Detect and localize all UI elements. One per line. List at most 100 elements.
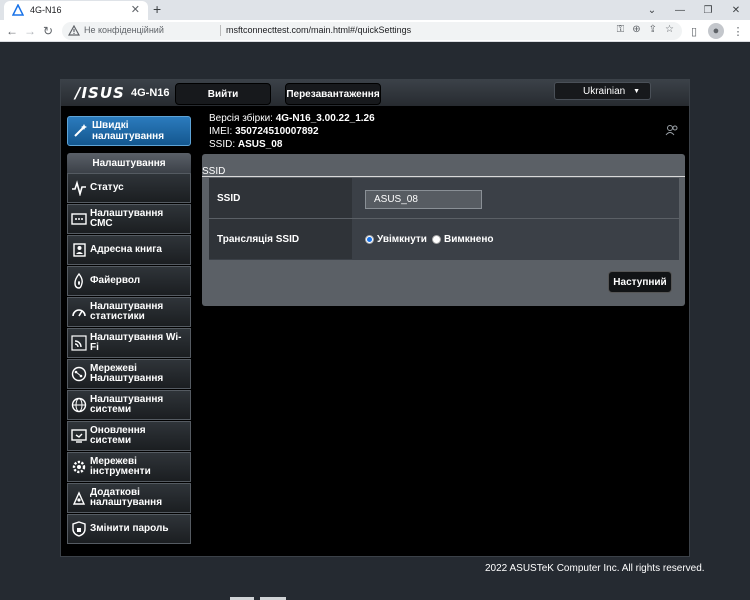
build-label: Версія збірки: <box>209 113 273 124</box>
language-value: Ukrainian <box>583 85 626 97</box>
quick-settings-button[interactable]: Швидкі налаштування <box>67 116 191 146</box>
wifi-icon <box>71 335 87 351</box>
gear-icon <box>72 460 86 474</box>
sidebar-item-label: Налаштування СМС <box>90 208 164 229</box>
language-select[interactable]: Ukrainian ▼ <box>554 82 651 100</box>
broadcast-on-radio[interactable]: Увімкнути <box>365 234 427 245</box>
sidebar-item[interactable]: Мережеві Налаштування <box>67 359 191 389</box>
ssid-field-label: SSID <box>209 178 352 218</box>
close-window-icon[interactable]: ✕ <box>722 0 750 20</box>
tab-title: 4G-N16 <box>30 5 62 15</box>
ssid-info-label: SSID: <box>209 139 236 150</box>
sidebar-item-label: Додаткові налаштування <box>90 487 163 508</box>
sidebar-item-label: Налаштування Wi-Fi <box>90 332 182 353</box>
sidebar-item[interactable]: Оновлення системи <box>67 421 191 451</box>
user-icon[interactable] <box>665 124 679 136</box>
address-bar[interactable]: Не конфіденційний msftconnecttest.com/ma… <box>62 22 682 40</box>
window-controls: ⌄ — ❐ ✕ <box>638 0 750 20</box>
broadcast-off-label: Вимкнено <box>444 234 494 245</box>
address-separator <box>220 25 221 36</box>
sidebar-item-label: Адресна книга <box>90 244 162 255</box>
tab-search-icon[interactable]: ⌄ <box>638 0 666 20</box>
tab-close-icon[interactable]: ✕ <box>131 3 140 16</box>
omnibox-icons: ⚿ ⊕ ⇪ ☆ <box>617 24 674 35</box>
ssid-row: SSID <box>209 178 679 219</box>
ssid-form: SSID Трансляція SSID Увімкнути Вимкнено <box>209 178 679 260</box>
sidebar-item[interactable]: Налаштування Wi-Fi <box>67 328 191 358</box>
chevron-down-icon: ▼ <box>633 88 640 95</box>
quick-settings-label: Швидкі налаштування <box>92 120 165 142</box>
model-name: 4G-N16 <box>131 87 170 99</box>
maximize-icon[interactable]: ❐ <box>694 0 722 20</box>
globe-icon <box>71 397 87 413</box>
broadcast-off-radio[interactable]: Вимкнено <box>432 234 494 245</box>
zoom-icon[interactable]: ⊕ <box>632 24 640 35</box>
sidebar-item[interactable]: Адресна книга <box>67 235 191 265</box>
sidebar-item[interactable]: Файервол <box>67 266 191 296</box>
sidebar-item-label: Налаштування статистики <box>90 301 164 322</box>
sidebar-item[interactable]: Налаштування статистики <box>67 297 191 327</box>
broadcast-on-label: Увімкнути <box>377 234 427 245</box>
forward-icon[interactable]: → <box>22 23 38 39</box>
sidebar-item[interactable]: Мережеві інструменти <box>67 452 191 482</box>
imei-value: 350724510007892 <box>235 126 319 137</box>
update-icon <box>71 429 87 443</box>
browser-tab[interactable]: 4G-N16 ✕ <box>4 1 148 20</box>
broadcast-label: Трансляція SSID <box>209 219 352 259</box>
wand-icon <box>74 124 87 137</box>
warning-icon <box>68 25 80 36</box>
reload-icon[interactable]: ↻ <box>40 23 56 39</box>
ssid-input[interactable] <box>365 190 482 209</box>
copyright-footer: 2022 ASUSTeK Computer Inc. All rights re… <box>485 563 705 574</box>
minimize-icon[interactable]: — <box>666 0 694 20</box>
sms-icon <box>71 213 87 225</box>
key-icon[interactable]: ⚿ <box>617 24 625 35</box>
router-panel: /ISUS 4G-N16 Вийти Перезавантаження Ukra… <box>60 79 690 557</box>
bookmark-star-icon[interactable]: ☆ <box>665 24 674 35</box>
sidebar-item[interactable]: Додаткові налаштування <box>67 483 191 513</box>
share-icon[interactable]: ⇪ <box>649 24 657 35</box>
page-background: /ISUS 4G-N16 Вийти Перезавантаження Ukra… <box>0 42 750 600</box>
radio-unselected-icon <box>432 235 441 244</box>
address-book-icon <box>73 243 86 257</box>
statistics-icon <box>72 309 86 317</box>
toolbar-right: ▯ ● ⋮ <box>686 23 746 39</box>
next-button[interactable]: Наступний <box>608 271 672 293</box>
sidebar-item[interactable]: Налаштування СМС <box>67 204 191 234</box>
sidebar-item[interactable]: Статус <box>67 173 191 203</box>
advanced-icon <box>72 491 86 505</box>
sidebar-item-label: Файервол <box>90 275 141 286</box>
browser-toolbar: ← → ↻ Не конфіденційний msftconnecttest.… <box>0 20 750 42</box>
settings-menu: Статус Налаштування СМС Адресна книга Файер… <box>67 173 191 545</box>
pulse-icon <box>72 180 86 196</box>
menu-dots-icon[interactable]: ⋮ <box>730 23 746 39</box>
ssid-info-value: ASUS_08 <box>237 139 283 150</box>
settings-menu-title: Налаштування <box>67 153 191 173</box>
side-panel-icon[interactable]: ▯ <box>686 23 702 39</box>
device-info: Версія збірки: 4G-N16_3.00.22_1.26 IMEI:… <box>209 112 375 151</box>
browser-titlebar: 4G-N16 ✕ + ⌄ — ❐ ✕ <box>0 0 750 20</box>
radio-selected-icon <box>365 235 374 244</box>
sidebar-item-label: Налаштування системи <box>90 394 164 415</box>
sidebar-item-label: Статус <box>90 182 124 193</box>
router-header: /ISUS 4G-N16 Вийти Перезавантаження Ukra… <box>61 80 689 106</box>
reboot-button[interactable]: Перезавантаження <box>285 83 381 105</box>
section-divider <box>202 176 685 177</box>
new-tab-icon[interactable]: + <box>153 1 161 17</box>
asus-logo: /ISUS <box>75 84 125 102</box>
back-icon[interactable]: ← <box>4 23 20 39</box>
logout-button[interactable]: Вийти <box>175 83 271 105</box>
asus-favicon-icon <box>12 4 24 16</box>
not-secure-label: Не конфіденційний <box>84 25 164 35</box>
url-text[interactable]: msftconnecttest.com/main.html#/quickSett… <box>226 25 411 35</box>
sidebar-item[interactable]: Змінити пароль <box>67 514 191 544</box>
imei-label: IMEI: <box>209 126 233 137</box>
sidebar-item-label: Оновлення системи <box>90 425 146 446</box>
broadcast-row: Трансляція SSID Увімкнути Вимкнено <box>209 219 679 260</box>
profile-avatar-icon[interactable]: ● <box>708 23 724 39</box>
lock-icon <box>72 521 86 537</box>
sidebar-item-label: Мережеві інструменти <box>90 456 151 477</box>
sidebar-item-label: Мережеві Налаштування <box>90 363 164 384</box>
sidebar-item[interactable]: Налаштування системи <box>67 390 191 420</box>
build-value: 4G-N16_3.00.22_1.26 <box>275 113 375 124</box>
